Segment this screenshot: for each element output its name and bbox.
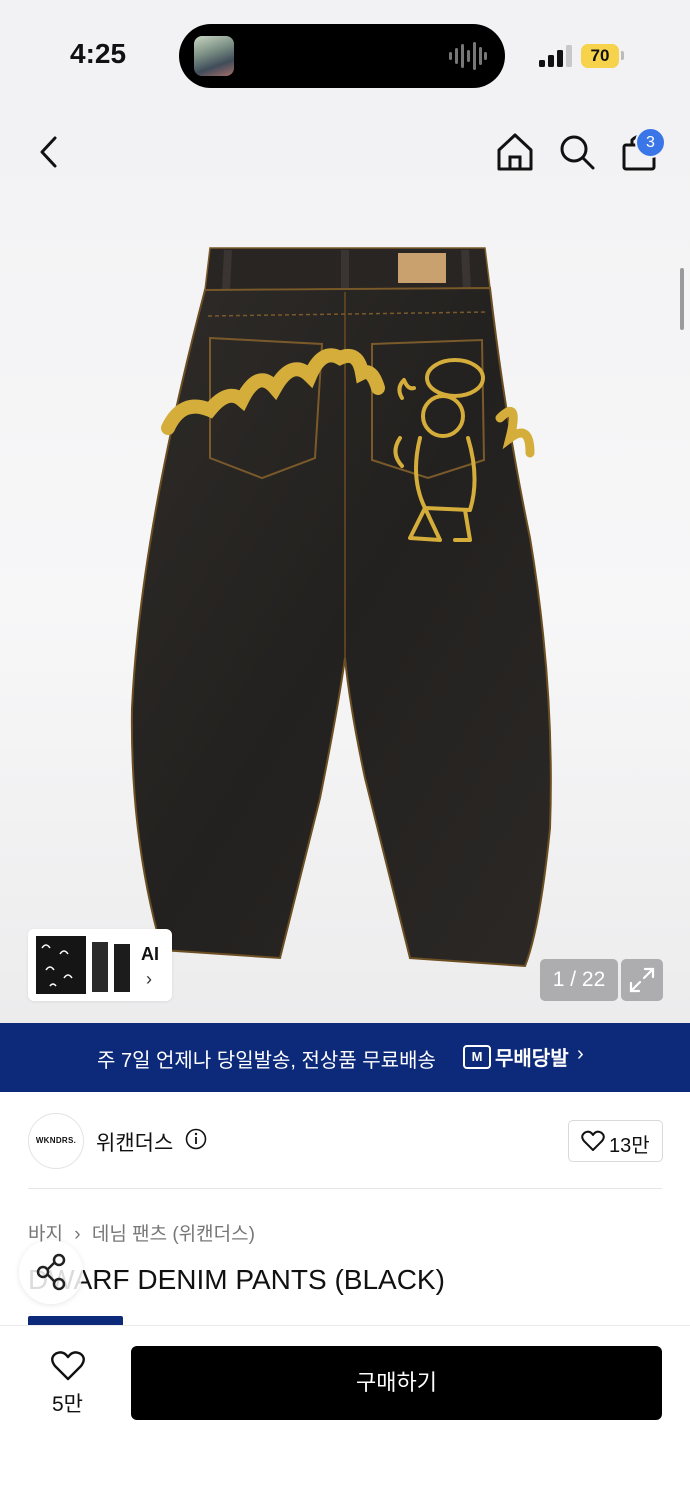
brand-like-count: 13만 [609, 1135, 650, 1157]
battery-indicator: 70 [581, 44, 619, 68]
brand-like-button[interactable]: 13만 [568, 1120, 663, 1162]
similar-products-thumbnail [36, 936, 130, 994]
free-shipping-label: 무배당발 [495, 1048, 569, 1070]
back-arrow-icon[interactable] [30, 130, 70, 174]
truck-icon: M [463, 1044, 491, 1069]
heart-icon [581, 1130, 605, 1151]
product-title: DWARF DENIM PANTS (BLACK) [28, 1264, 445, 1295]
brand-name[interactable]: 위캔더스 [96, 1127, 173, 1157]
divider [28, 1188, 662, 1189]
expand-icon[interactable] [621, 959, 663, 1001]
wishlist-count: 5만 [52, 1393, 83, 1416]
audio-wave-icon [449, 42, 487, 70]
now-playing-artwork [194, 36, 234, 76]
search-icon[interactable] [556, 130, 598, 174]
shipping-promo-text: 주 7일 언제나 당일발송, 전상품 무료배송 [97, 1050, 436, 1072]
share-button[interactable] [19, 1240, 83, 1304]
gallery-scrollbar[interactable] [680, 268, 684, 330]
ai-similar-products-card[interactable]: AI › [28, 929, 172, 1001]
chevron-right-icon: › [146, 969, 152, 989]
dynamic-island[interactable] [179, 24, 505, 88]
top-navigation [0, 108, 690, 198]
status-time: 4:25 [70, 38, 127, 69]
share-icon [36, 1253, 66, 1291]
image-page-counter: 1 / 22 [540, 959, 618, 1001]
ai-label: AI [141, 944, 159, 964]
product-image-gallery[interactable] [0, 108, 690, 1023]
wishlist-heart-icon[interactable] [50, 1350, 86, 1382]
chevron-right-icon: › [577, 1043, 584, 1065]
breadcrumb-subcategory[interactable]: 데님 팬츠 (위캔더스) [92, 1224, 255, 1245]
buy-button[interactable]: 구매하기 [131, 1346, 662, 1420]
product-image-jeans[interactable] [110, 238, 580, 988]
home-icon[interactable] [494, 130, 536, 174]
status-bar: 4:25 70 [0, 0, 690, 108]
info-icon[interactable] [185, 1128, 207, 1150]
battery-tip [621, 51, 624, 60]
shipping-promo-banner[interactable]: 주 7일 언제나 당일발송, 전상품 무료배송 M 무배당발 › [0, 1023, 690, 1092]
free-shipping-badge: M 무배당발 [463, 1042, 569, 1071]
brand-logo[interactable]: WKNDRS. [28, 1113, 84, 1169]
cellular-signal-icon [539, 45, 572, 67]
cart-count-badge: 3 [635, 127, 666, 158]
